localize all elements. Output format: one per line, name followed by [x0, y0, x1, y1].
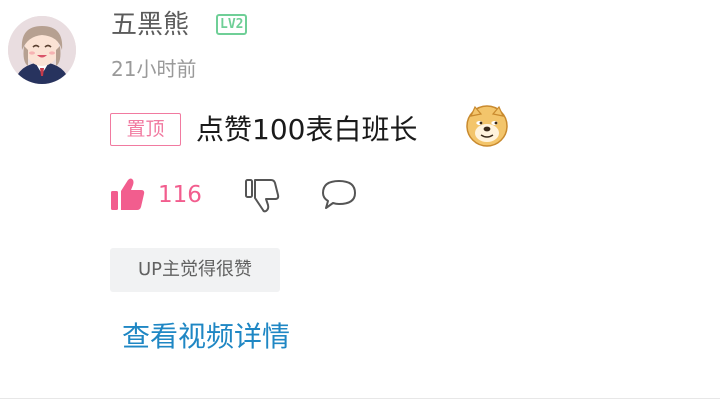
- pinned-badge: 置顶: [110, 113, 181, 146]
- divider: [0, 398, 720, 399]
- view-video-detail-link[interactable]: 查看视频详情: [122, 318, 290, 356]
- thumbs-down-icon[interactable]: [244, 178, 280, 214]
- level-badge: LV2: [216, 14, 248, 35]
- up-liked-tag: UP主觉得很赞: [110, 248, 280, 292]
- username[interactable]: 五黑熊: [111, 8, 189, 42]
- comment-timestamp: 21小时前: [111, 57, 197, 81]
- comment-text: 点赞100表白班长: [196, 113, 418, 146]
- user-avatar[interactable]: [8, 16, 76, 84]
- reply-comment-icon[interactable]: [320, 178, 358, 212]
- like-count: 116: [158, 182, 202, 208]
- doge-icon: [466, 105, 508, 147]
- thumbs-up-icon[interactable]: [110, 176, 146, 212]
